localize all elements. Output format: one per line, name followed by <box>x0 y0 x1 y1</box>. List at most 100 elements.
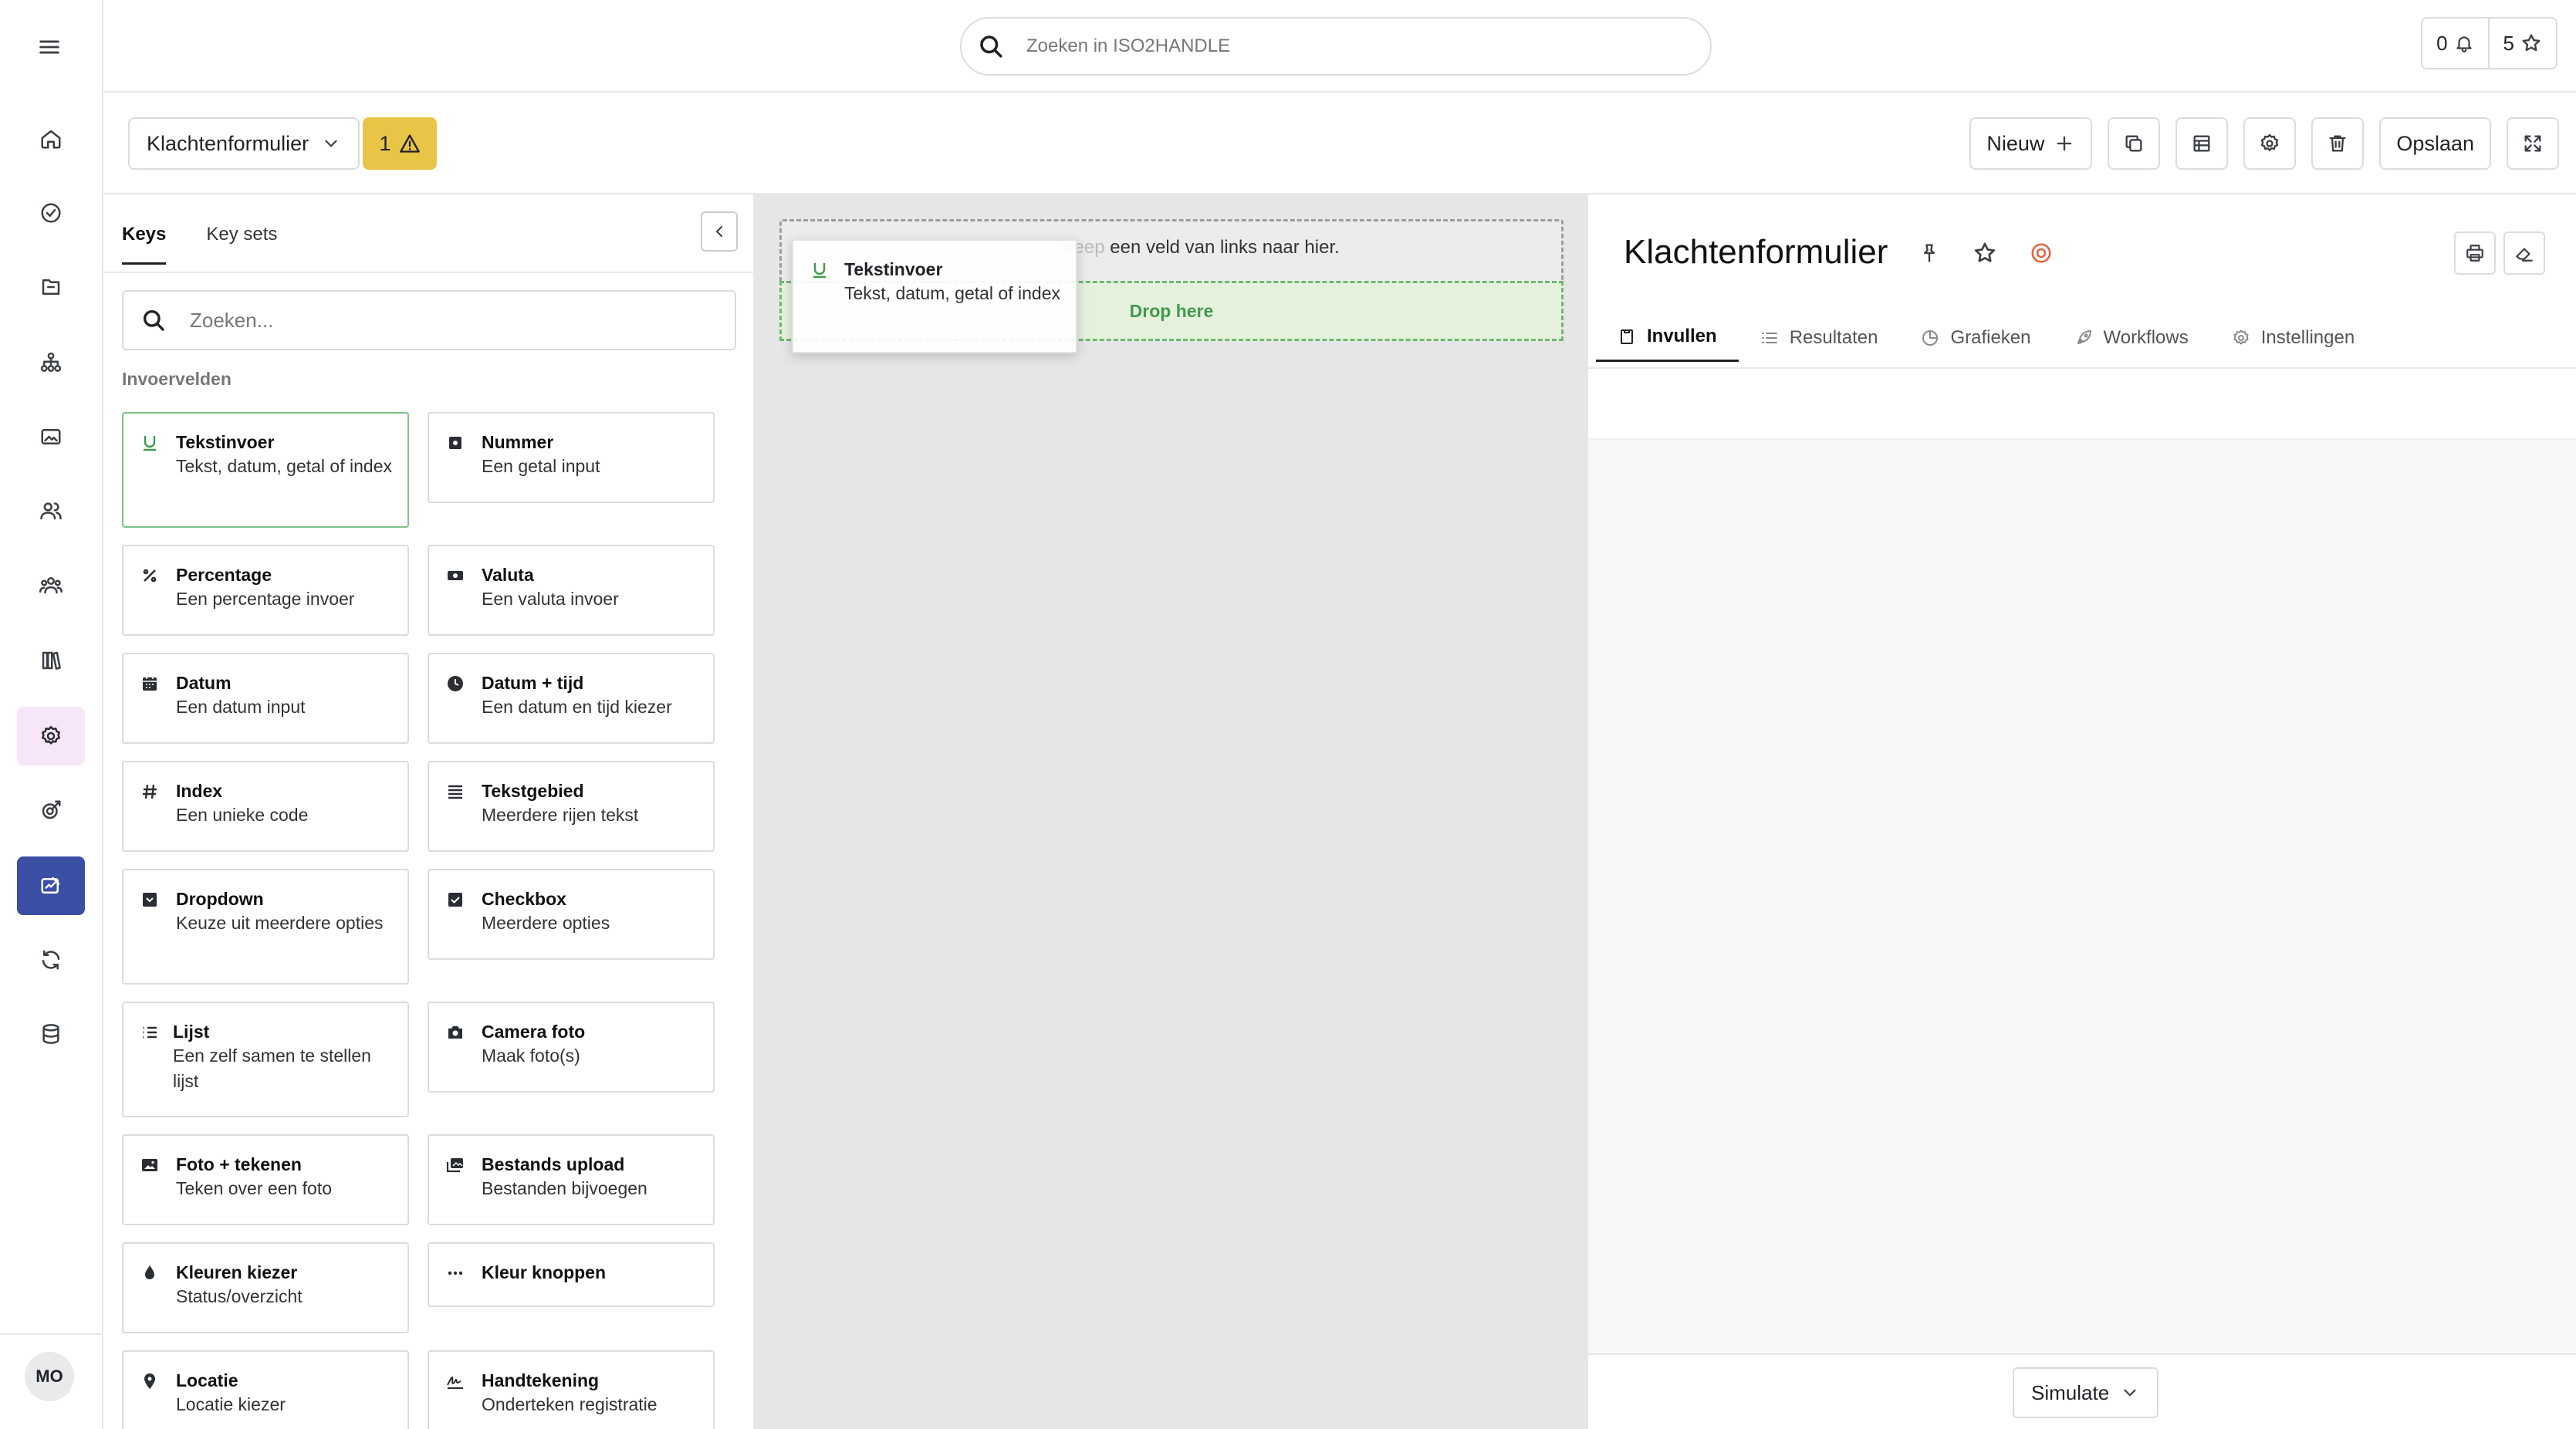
form-builder-icon[interactable] <box>17 856 85 915</box>
form-settings-button[interactable] <box>2243 117 2297 170</box>
form-selector[interactable]: Klachtenformulier <box>128 117 360 170</box>
hierarchy-icon[interactable] <box>17 333 85 392</box>
global-search[interactable] <box>960 17 1712 76</box>
currency-icon <box>448 571 463 580</box>
keys-search[interactable] <box>122 290 736 350</box>
field-desc: Keuze uit meerdere opties <box>176 913 384 933</box>
field-card-currency[interactable]: Valuta Een valuta invoer <box>428 545 715 636</box>
pin-icon <box>144 1373 155 1389</box>
field-title: Datum + tijd <box>482 673 584 693</box>
pin-icon[interactable] <box>1918 242 1940 264</box>
form-canvas[interactable]: Sleep een veld van links naar hier. Drop… <box>755 194 1588 1429</box>
field-title: Bestands upload <box>482 1154 625 1174</box>
drag-ghost-card[interactable]: Tekstinvoer Tekst, datum, getal of index <box>792 239 1077 353</box>
field-title: Kleuren kiezer <box>176 1262 298 1282</box>
ghost-title: Tekstinvoer <box>844 259 943 279</box>
field-desc: Een valuta invoer <box>482 589 619 609</box>
field-desc: Bestanden bijvoegen <box>482 1178 647 1198</box>
warning-badge[interactable]: 1 <box>363 117 437 170</box>
field-card-text-input[interactable]: Tekstinvoer Tekst, datum, getal of index <box>122 412 409 528</box>
text-input-icon <box>144 436 156 451</box>
preview-body <box>1588 438 2576 1353</box>
field-card-checkbox[interactable]: Checkbox Meerdere opties <box>428 869 715 960</box>
tab-fill[interactable]: Invullen <box>1596 326 1739 362</box>
library-icon[interactable] <box>17 631 85 690</box>
field-card-textarea[interactable]: Tekstgebied Meerdere rijen tekst <box>428 761 715 852</box>
field-card-photo-draw[interactable]: Foto + tekenen Teken over een foto <box>122 1134 409 1225</box>
photo-folder-icon[interactable] <box>17 407 85 466</box>
field-card-index[interactable]: Index Een unieke code <box>122 761 409 852</box>
field-desc: Een zelf samen te stellen lijst <box>173 1046 371 1091</box>
hash-icon <box>143 784 157 799</box>
favorites-counter[interactable]: 5 <box>2487 19 2556 68</box>
clipboard-icon <box>1621 329 1633 344</box>
field-card-datetime[interactable]: Datum + tijd Een datum en tijd kiezer <box>428 653 715 744</box>
keys-search-input[interactable] <box>190 308 691 333</box>
star-icon[interactable] <box>1973 241 1997 265</box>
plus-icon <box>2057 136 2072 151</box>
hamburger-menu-icon[interactable] <box>36 34 63 60</box>
field-card-location[interactable]: Locatie Locatie kiezer <box>122 1350 409 1429</box>
keys-tabs: Keys Key sets <box>122 224 277 265</box>
field-card-dropdown[interactable]: Dropdown Keuze uit meerdere opties <box>122 869 409 985</box>
print-button[interactable] <box>2454 231 2496 275</box>
check-circle-icon[interactable] <box>17 184 85 242</box>
list-icon <box>1761 332 1777 343</box>
clear-button[interactable] <box>2503 231 2545 275</box>
search-icon <box>980 35 1002 58</box>
tab-label: Workflows <box>2103 326 2189 348</box>
field-card-camera[interactable]: Camera foto Maak foto(s) <box>428 1002 715 1093</box>
trash-icon <box>2329 135 2346 152</box>
tab-results[interactable]: Resultaten <box>1739 326 1900 362</box>
field-card-percentage[interactable]: Percentage Een percentage invoer <box>122 545 409 636</box>
field-title: Nummer <box>482 432 554 452</box>
target-edit-icon[interactable] <box>17 781 85 839</box>
notifications-counter[interactable]: 0 <box>2422 19 2487 68</box>
field-card-number[interactable]: Nummer Een getal input <box>428 412 715 503</box>
ghost-desc: Tekst, datum, getal of index <box>844 283 1060 303</box>
field-desc: Een datum input <box>176 697 306 717</box>
layout-button[interactable] <box>2175 117 2229 170</box>
target-icon[interactable] <box>2030 242 2053 265</box>
expand-icon <box>2524 135 2541 152</box>
field-card-signature[interactable]: Handtekening Onderteken registratie <box>428 1350 715 1429</box>
tab-charts[interactable]: Grafieken <box>1899 326 2052 362</box>
new-button[interactable]: Nieuw <box>1969 117 2093 170</box>
user-avatar[interactable]: MO <box>25 1352 74 1401</box>
field-card-color-picker[interactable]: Kleuren kiezer Status/overzicht <box>122 1242 409 1333</box>
field-card-file-upload[interactable]: Bestands upload Bestanden bijvoegen <box>428 1134 715 1225</box>
field-title: Tekstinvoer <box>176 432 275 452</box>
collapse-panel-button[interactable] <box>701 211 738 252</box>
field-card-list[interactable]: Lijst Een zelf samen te stellen lijst <box>122 1002 409 1117</box>
warning-triangle-icon <box>399 134 420 153</box>
settings-gear-icon[interactable] <box>17 707 85 765</box>
textarea-icon <box>448 785 462 799</box>
sync-icon[interactable] <box>17 931 85 989</box>
tab-settings[interactable]: Instellingen <box>2210 326 2376 362</box>
new-button-label: Nieuw <box>1986 131 2045 155</box>
home-icon[interactable] <box>17 110 85 168</box>
fullscreen-button[interactable] <box>2507 117 2559 170</box>
save-button[interactable]: Opslaan <box>2379 117 2491 170</box>
folder-icon[interactable] <box>17 258 85 316</box>
database-icon[interactable] <box>17 1005 85 1063</box>
field-desc: Maak foto(s) <box>482 1046 580 1066</box>
tabs-divider <box>103 272 755 273</box>
delete-button[interactable] <box>2311 117 2365 170</box>
field-card-color-buttons[interactable]: Kleur knoppen <box>428 1242 715 1307</box>
sidebar-divider <box>0 1333 102 1335</box>
field-card-date[interactable]: Datum Een datum input <box>122 653 409 744</box>
tab-workflows[interactable]: Workflows <box>2053 326 2210 362</box>
preview-title: Klachtenformulier <box>1624 233 1888 271</box>
simulate-dropdown[interactable]: Simulate <box>2013 1367 2159 1418</box>
chevron-down-icon <box>325 140 337 147</box>
duplicate-button[interactable] <box>2108 117 2161 170</box>
tab-label: Instellingen <box>2260 326 2355 348</box>
global-search-input[interactable] <box>1026 35 1659 57</box>
percent-icon <box>143 569 157 583</box>
star-icon <box>2522 34 2541 52</box>
users-icon[interactable] <box>17 481 85 540</box>
team-icon[interactable] <box>17 556 85 614</box>
tab-key-sets[interactable]: Key sets <box>206 224 277 265</box>
tab-keys[interactable]: Keys <box>122 224 167 265</box>
